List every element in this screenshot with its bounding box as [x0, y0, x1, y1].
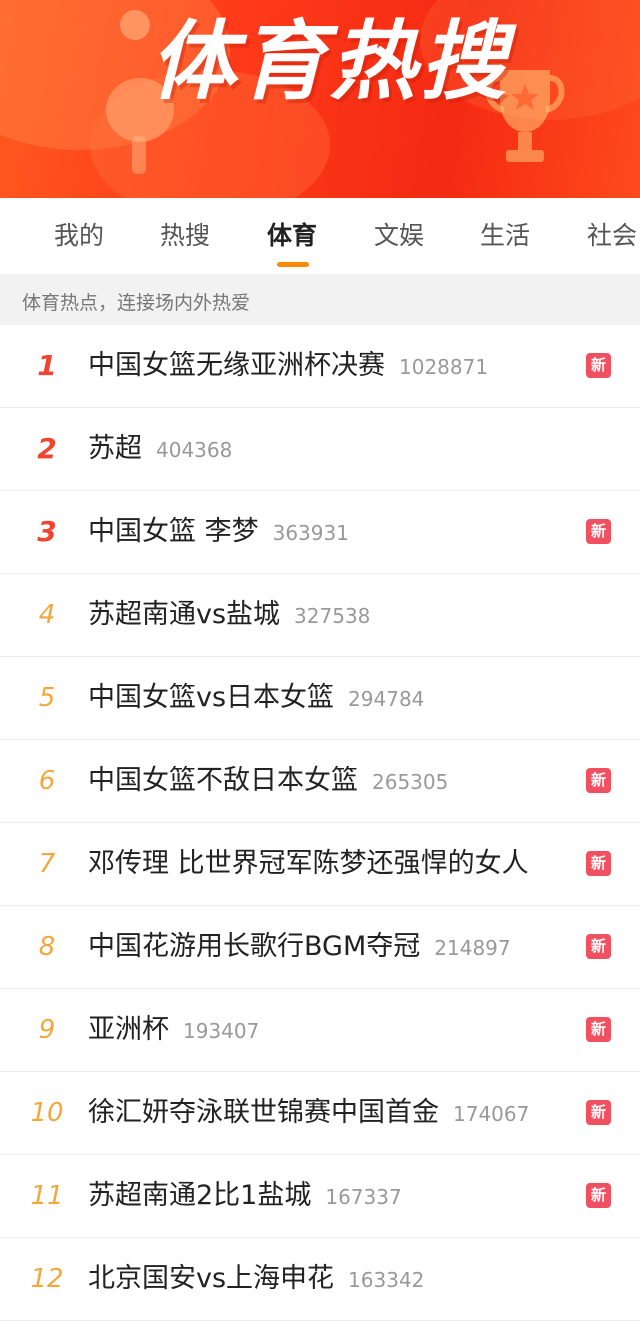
item-text: 中国女篮 李梦 363931: [88, 491, 349, 573]
new-badge-icon: 新: [586, 519, 611, 544]
new-badge-icon: 新: [586, 851, 611, 876]
topic-title[interactable]: 中国花游用长歌行BGM夺冠: [88, 931, 420, 962]
rank-number: 10: [30, 1098, 64, 1128]
item-text: 中国女篮无缘亚洲杯决赛 1028871: [88, 325, 488, 407]
new-badge-icon: 新: [586, 768, 611, 793]
list-item[interactable]: 10 徐汇妍夺泳联世锦赛中国首金 174067 新: [0, 1072, 640, 1155]
item-text: 苏超 404368: [88, 408, 232, 490]
heat-count: 163342: [348, 1268, 425, 1292]
list-item[interactable]: 9 亚洲杯 193407 新: [0, 989, 640, 1072]
tab-life[interactable]: 生活: [480, 216, 530, 252]
heat-count: 327538: [294, 604, 371, 628]
new-badge-icon: 新: [586, 1100, 611, 1125]
list-item[interactable]: 8 中国花游用长歌行BGM夺冠 214897 新: [0, 906, 640, 989]
topic-title[interactable]: 亚洲杯: [88, 1014, 169, 1045]
rank-number: 9: [38, 1015, 56, 1045]
heat-count: 1028871: [399, 355, 489, 379]
heat-count: 265305: [372, 770, 449, 794]
item-text: 亚洲杯 193407: [88, 989, 259, 1071]
topic-title[interactable]: 中国女篮 李梦: [88, 516, 259, 547]
topic-title[interactable]: 中国女篮vs日本女篮: [88, 682, 334, 713]
topic-title[interactable]: 苏超南通2比1盐城: [88, 1180, 311, 1211]
topic-title[interactable]: 中国女篮无缘亚洲杯决赛: [88, 350, 385, 381]
topic-title[interactable]: 苏超南通vs盐城: [88, 599, 280, 630]
topic-title[interactable]: 中国女篮不敌日本女篮: [88, 765, 358, 796]
list-item[interactable]: 11 苏超南通2比1盐城 167337 新: [0, 1155, 640, 1238]
topic-title[interactable]: 苏超: [88, 433, 142, 464]
rank-number: 4: [38, 600, 56, 630]
heat-count: 167337: [325, 1185, 402, 1209]
new-badge-icon: 新: [586, 1017, 611, 1042]
list-item[interactable]: 6 中国女篮不敌日本女篮 265305 新: [0, 740, 640, 823]
rank-number: 6: [38, 766, 56, 796]
topic-title[interactable]: 邓传理 比世界冠军陈梦还强悍的女人: [88, 848, 529, 879]
section-subtitle: 体育热点，连接场内外热爱: [22, 292, 251, 314]
rank-number: 12: [30, 1264, 64, 1294]
tab-entertainment[interactable]: 文娱: [374, 216, 424, 252]
banner-title: 体育热搜: [150, 12, 510, 112]
list-item[interactable]: 3 中国女篮 李梦 363931 新: [0, 491, 640, 574]
heat-count: 294784: [348, 687, 425, 711]
topic-title[interactable]: 北京国安vs上海申花: [88, 1263, 334, 1294]
hot-search-list: 1 中国女篮无缘亚洲杯决赛 1028871 新 2 苏超 404368 3 中国女篮 李梦 363…: [0, 325, 640, 1321]
heat-count: 174067: [453, 1102, 530, 1126]
item-text: 北京国安vs上海申花 163342: [88, 1238, 424, 1320]
rank-number: 8: [38, 932, 56, 962]
list-item[interactable]: 7 邓传理 比世界冠军陈梦还强悍的女人 新: [0, 823, 640, 906]
section-subtitle-bar: 体育热点，连接场内外热爱: [0, 274, 640, 325]
tab-hot-search[interactable]: 热搜: [160, 216, 210, 252]
rank-number: 7: [38, 849, 56, 879]
item-text: 邓传理 比世界冠军陈梦还强悍的女人: [88, 823, 529, 905]
list-item[interactable]: 2 苏超 404368: [0, 408, 640, 491]
item-text: 中国女篮不敌日本女篮 265305: [88, 740, 448, 822]
item-text: 徐汇妍夺泳联世锦赛中国首金 174067: [88, 1072, 529, 1154]
topic-title[interactable]: 徐汇妍夺泳联世锦赛中国首金: [88, 1097, 439, 1128]
list-item[interactable]: 1 中国女篮无缘亚洲杯决赛 1028871 新: [0, 325, 640, 408]
rank-number: 5: [38, 683, 56, 713]
category-tabs: 我的 热搜 体育 文娱 生活 社会: [0, 198, 640, 274]
tab-society[interactable]: 社会: [587, 216, 637, 252]
list-item[interactable]: 12 北京国安vs上海申花 163342: [0, 1238, 640, 1321]
heat-count: 193407: [183, 1019, 260, 1043]
rank-number: 11: [30, 1181, 64, 1211]
heat-count: 363931: [272, 521, 349, 545]
tab-mine[interactable]: 我的: [54, 216, 104, 252]
rank-number: 3: [37, 515, 57, 548]
tab-sports[interactable]: 体育: [267, 216, 317, 252]
heat-count: 214897: [434, 936, 511, 960]
rank-number: 1: [37, 349, 57, 382]
item-text: 中国女篮vs日本女篮 294784: [88, 657, 424, 739]
header-banner: 体育热搜: [0, 0, 640, 198]
new-badge-icon: 新: [586, 934, 611, 959]
item-text: 苏超南通vs盐城 327538: [88, 574, 370, 656]
list-item[interactable]: 4 苏超南通vs盐城 327538: [0, 574, 640, 657]
banner-decoration: [120, 10, 150, 40]
active-tab-indicator: [277, 262, 309, 267]
list-item[interactable]: 5 中国女篮vs日本女篮 294784: [0, 657, 640, 740]
heat-count: 404368: [156, 438, 233, 462]
new-badge-icon: 新: [586, 1183, 611, 1208]
new-badge-icon: 新: [586, 353, 611, 378]
item-text: 中国花游用长歌行BGM夺冠 214897: [88, 906, 511, 988]
item-text: 苏超南通2比1盐城 167337: [88, 1155, 402, 1237]
rank-number: 2: [37, 432, 57, 465]
